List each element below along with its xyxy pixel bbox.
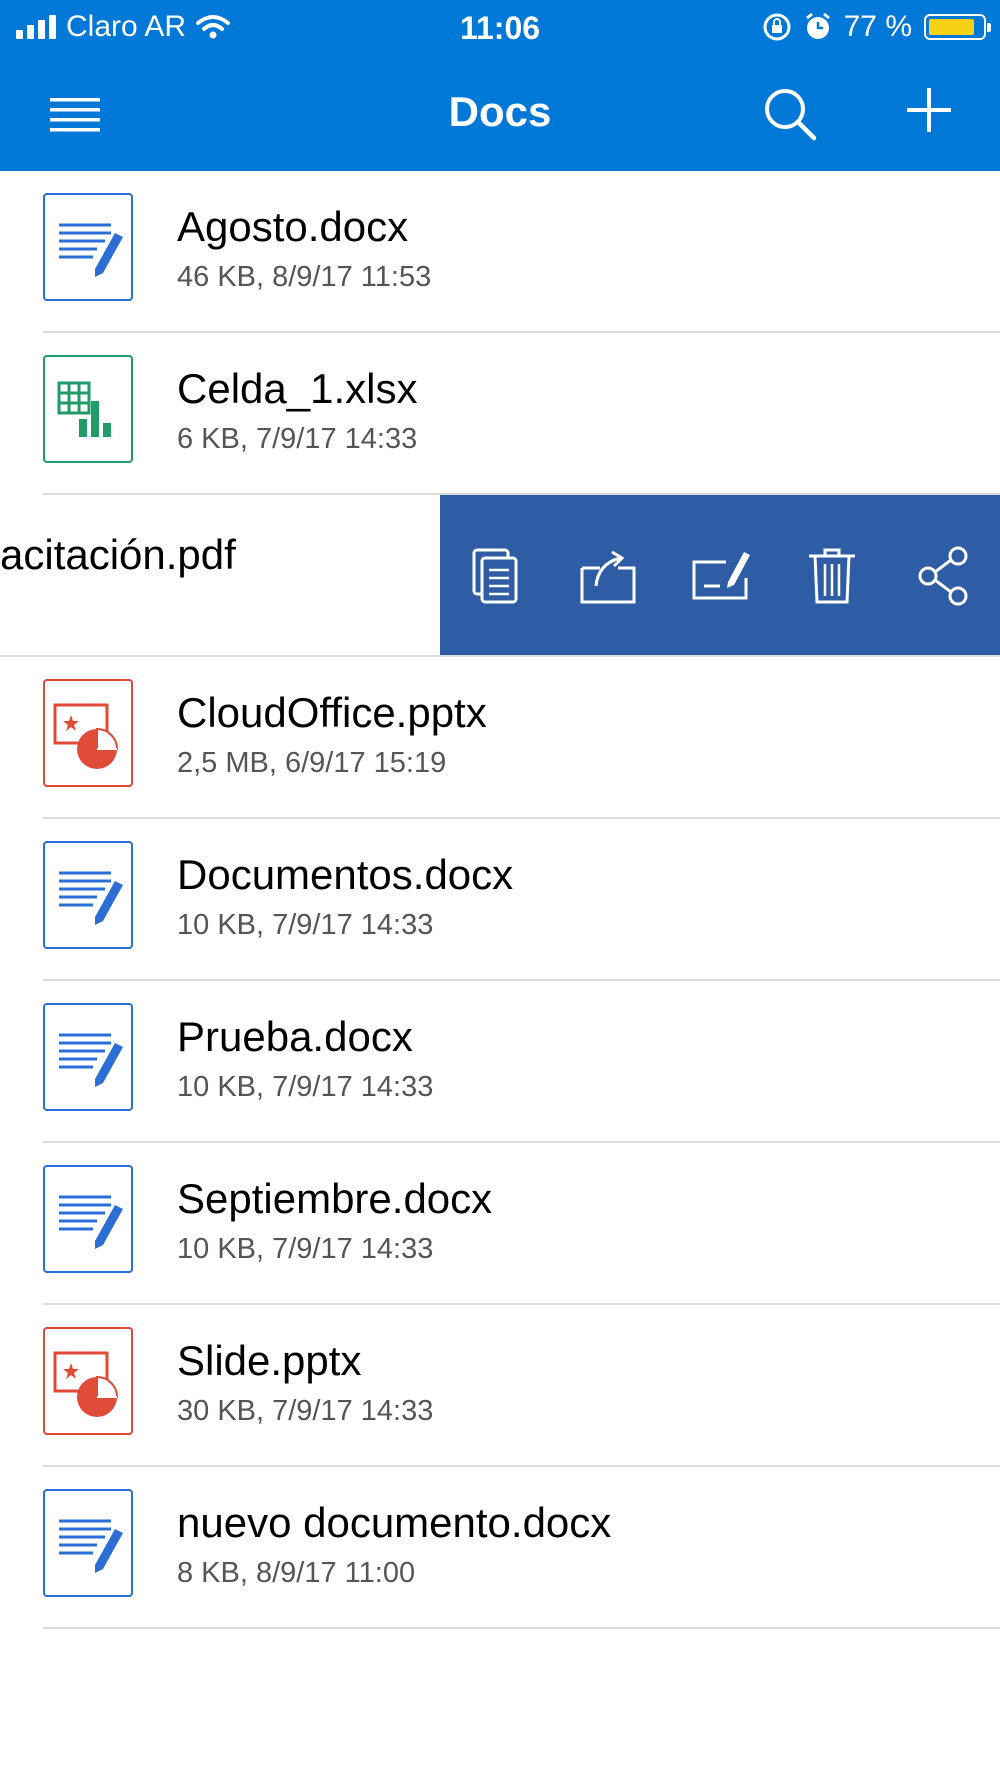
page-title: Docs xyxy=(448,88,552,135)
file-row-celda[interactable]: Celda_1.xlsx 6 KB, 7/9/17 14:33 xyxy=(0,333,1000,495)
file-name: Septiembre.docx xyxy=(177,1175,493,1222)
file-name: CloudOffice.pptx xyxy=(177,689,487,736)
file-name: Agosto.docx xyxy=(177,203,409,250)
file-name: acitación.pdf xyxy=(0,531,236,578)
file-list: Agosto.docx 46 KB, 8/9/17 11:53 Celda_1.… xyxy=(0,171,1000,1629)
file-meta: 10 KB, 7/9/17 14:33 xyxy=(177,909,434,941)
file-name: Slide.pptx xyxy=(177,1337,362,1384)
file-meta: 6 KB, 7/9/17 14:33 xyxy=(177,423,418,455)
file-meta: 10 KB, 7/9/17 14:33 xyxy=(177,1233,434,1265)
app-header: Claro AR 11:06 77 % Docs xyxy=(0,0,1000,171)
file-meta: 2,5 MB, 6/9/17 15:19 xyxy=(177,747,447,779)
word-file-icon xyxy=(43,1489,133,1597)
share-icon xyxy=(918,546,968,606)
file-row-agosto[interactable]: Agosto.docx 46 KB, 8/9/17 11:53 xyxy=(0,171,1000,333)
file-row-septiembre[interactable]: Septiembre.docx 10 KB, 7/9/17 14:33 xyxy=(0,1143,1000,1305)
copy-icon xyxy=(472,548,518,604)
rotation-lock-icon xyxy=(763,13,791,41)
row-divider xyxy=(43,1627,1000,1629)
rename-icon xyxy=(692,552,750,600)
nav-bar: Docs xyxy=(0,56,1000,171)
status-bar: Claro AR 11:06 77 % xyxy=(0,0,1000,56)
add-icon[interactable] xyxy=(905,86,953,134)
powerpoint-file-icon xyxy=(43,1327,133,1435)
status-right: 77 % xyxy=(762,10,991,44)
file-row-cloudoffice[interactable]: CloudOffice.pptx 2,5 MB, 6/9/17 15:19 xyxy=(0,657,1000,819)
rename-button[interactable] xyxy=(690,544,750,608)
file-row-documentos[interactable]: Documentos.docx 10 KB, 7/9/17 14:33 xyxy=(0,819,1000,981)
word-file-icon xyxy=(43,193,133,301)
file-meta: 30 KB, 7/9/17 14:33 xyxy=(177,1395,434,1427)
powerpoint-file-icon xyxy=(43,679,133,787)
search-icon[interactable] xyxy=(762,86,818,142)
word-file-icon xyxy=(43,1003,133,1111)
excel-file-icon xyxy=(43,355,133,463)
word-file-icon xyxy=(43,841,133,949)
copy-button[interactable] xyxy=(466,544,526,608)
share-button[interactable] xyxy=(914,544,974,608)
file-meta: 8 KB, 8/9/17 11:00 xyxy=(177,1557,416,1589)
file-name: Documentos.docx xyxy=(177,851,514,898)
battery-icon xyxy=(924,14,991,40)
file-row-prueba[interactable]: Prueba.docx 10 KB, 7/9/17 14:33 xyxy=(0,981,1000,1143)
battery-percent: 77 % xyxy=(843,10,912,43)
battery-fill xyxy=(929,19,974,35)
swipe-actions xyxy=(440,495,1000,657)
file-name: Prueba.docx xyxy=(177,1013,413,1060)
file-meta: 10 KB, 7/9/17 14:33 xyxy=(177,1071,434,1103)
move-icon xyxy=(580,550,636,604)
word-file-icon xyxy=(43,1165,133,1273)
file-meta: 46 KB, 8/9/17 11:53 xyxy=(177,261,432,293)
file-name: Celda_1.xlsx xyxy=(177,365,418,412)
delete-button[interactable] xyxy=(802,544,862,608)
move-button[interactable] xyxy=(578,544,638,608)
alarm-icon xyxy=(805,12,830,39)
file-row-slide[interactable]: Slide.pptx 30 KB, 7/9/17 14:33 xyxy=(0,1305,1000,1467)
file-row-pdf-swiped[interactable]: acitación.pdf xyxy=(0,495,1000,657)
file-name: nuevo documento.docx xyxy=(177,1499,612,1546)
delete-icon xyxy=(809,548,855,604)
file-row-nuevo-documento[interactable]: nuevo documento.docx 8 KB, 8/9/17 11:00 xyxy=(0,1467,1000,1629)
